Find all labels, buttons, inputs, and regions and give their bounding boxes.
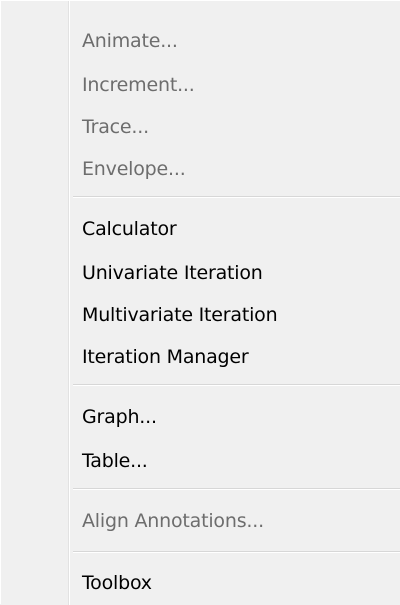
menu-item-align-annotations[interactable]: Align Annotations...: [82, 505, 264, 537]
menu-item-envelope[interactable]: Envelope...: [82, 153, 186, 185]
menu-separator: [73, 551, 400, 553]
menu-separator: [73, 384, 400, 386]
menu-item-calculator[interactable]: Calculator: [82, 213, 177, 245]
menu-icon-gutter-highlight: [69, 1, 70, 605]
menu-item-toolbox[interactable]: Toolbox: [82, 567, 152, 599]
menu-item-trace[interactable]: Trace...: [82, 111, 149, 143]
menu-separator: [73, 488, 400, 490]
menu-separator: [73, 196, 400, 198]
menu-item-univariate-iteration[interactable]: Univariate Iteration: [82, 257, 263, 289]
menu-item-table[interactable]: Table...: [82, 445, 148, 477]
menu-item-multivariate-iteration[interactable]: Multivariate Iteration: [82, 299, 278, 331]
menu-item-iteration-manager[interactable]: Iteration Manager: [82, 341, 249, 373]
menu-item-animate[interactable]: Animate...: [82, 25, 178, 57]
menu-item-increment[interactable]: Increment...: [82, 69, 195, 101]
menu-item-graph[interactable]: Graph...: [82, 401, 157, 433]
context-menu: Animate... Increment... Trace... Envelop…: [0, 0, 400, 605]
